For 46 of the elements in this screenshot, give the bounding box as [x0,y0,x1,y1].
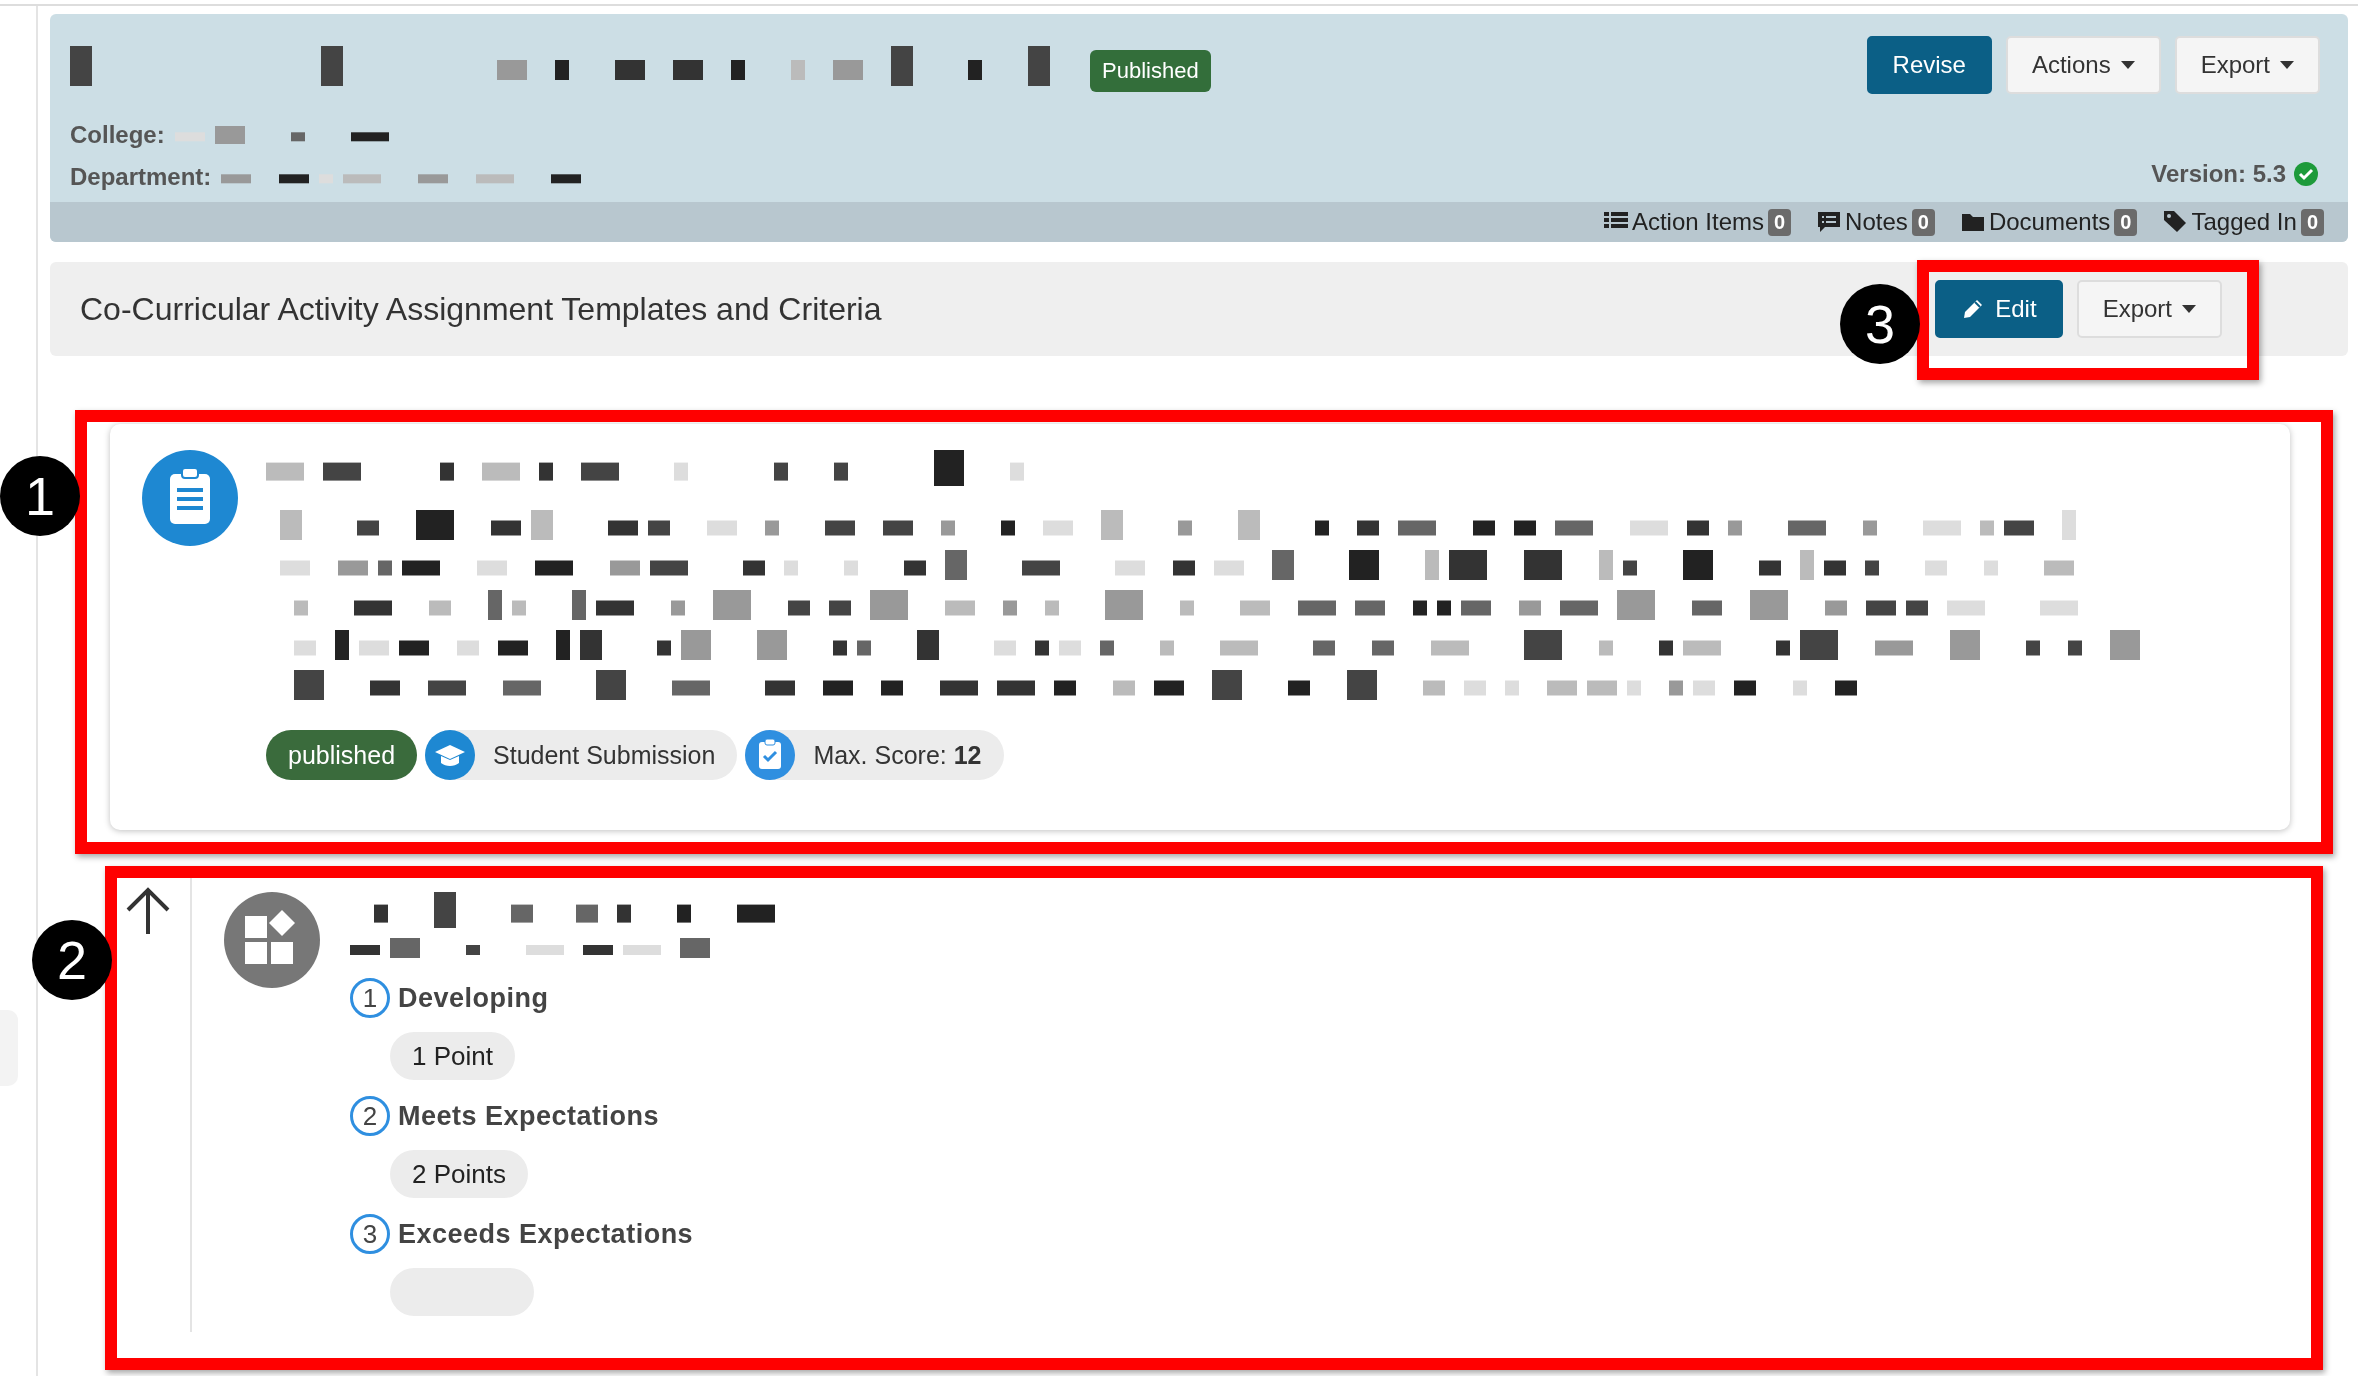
callout-number: 2 [32,920,112,1000]
level-name: Exceeds Expectations [398,1218,694,1250]
count-badge: 0 [1768,208,1792,236]
number-badge: 1 [350,978,390,1018]
version-label: Version: 5.3 [2151,160,2286,188]
caret-icon [2280,61,2294,69]
status-chip: published [266,730,418,780]
tag-icon [2163,210,2188,234]
caret-icon [2120,61,2135,69]
points-chip: 1 Point [390,1032,515,1080]
number-badge: 3 [350,1214,390,1254]
callout-number: 1 [0,456,80,536]
graduation-cap-icon [425,730,476,780]
comment-icon [1817,210,1842,234]
widgets-icon [224,892,320,988]
points-chip: 2 Points [390,1150,528,1198]
toolbar-link[interactable]: Notes 0 [1817,208,1935,236]
caret-icon [2182,305,2196,313]
link-label: Documents [1988,208,2111,236]
status-badge: Published [1090,50,1211,92]
toolbar-link[interactable]: Tagged In 0 [2163,208,2324,236]
toolbar-link[interactable]: Documents 0 [1960,208,2138,236]
count-badge: 0 [2114,208,2138,236]
dropdown-button[interactable]: Export [2076,280,2222,338]
link-label: Action Items [1631,208,1764,236]
level-name: Developing [398,982,549,1014]
link-label: Notes [1845,208,1908,236]
count-badge: 0 [2300,208,2324,236]
edit-button[interactable]: Edit [1935,280,2063,338]
check-icon [2294,162,2318,186]
dropdown-button[interactable]: Actions [2005,36,2161,94]
link-label: Tagged In [2191,208,2297,236]
clipboard-check-icon [745,730,796,780]
field-label: College: [70,121,165,149]
level-name: Meets Expectations [398,1100,660,1132]
toolbar-link[interactable]: Action Items 0 [1603,208,1792,236]
clipboard-icon [142,450,238,546]
count-badge: 0 [1911,208,1935,236]
field-label: Department: [70,163,212,191]
chip-label: Student Submission [493,740,716,770]
number-badge: 2 [350,1096,390,1136]
dropdown-button[interactable]: Export [2174,36,2320,94]
section-title: Co-Curricular Activity Assignment Templates and Criteria [80,290,882,328]
revise-button[interactable]: Revise [1866,36,1992,94]
score-label: Max. Score: 12 [813,740,982,770]
up-arrow-icon [125,886,171,936]
